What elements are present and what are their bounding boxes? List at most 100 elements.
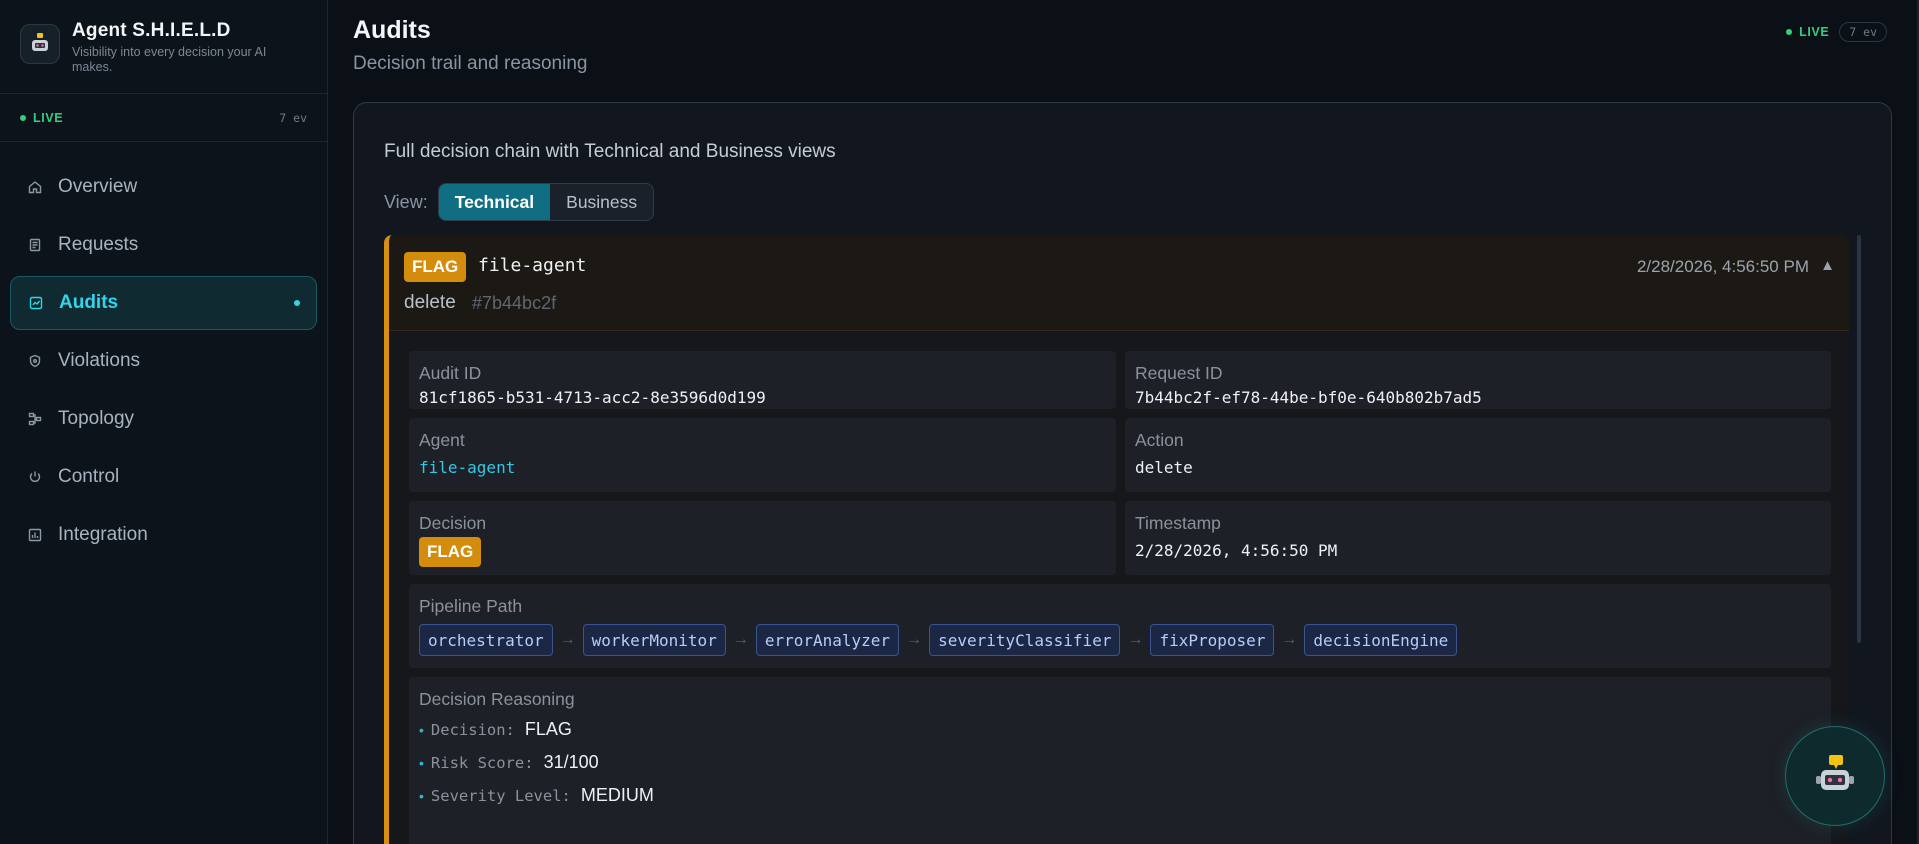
- audit-card-header[interactable]: FLAG file-agent delete #7b44bc2f 2/28/20…: [389, 235, 1849, 331]
- document-icon: [26, 236, 44, 254]
- app-title: Agent S.H.I.E.L.D: [72, 20, 231, 41]
- audit-icon: [27, 294, 45, 312]
- action-value: delete: [1135, 458, 1193, 477]
- decision-reasoning-field: Decision Reasoning • Decision: FLAG • Ri…: [409, 677, 1831, 844]
- audit-card: FLAG file-agent delete #7b44bc2f 2/28/20…: [384, 235, 1849, 844]
- sidebar-nav: Overview Requests Audits Violations Topo…: [0, 142, 327, 562]
- sidebar-item-label: Topology: [58, 408, 135, 429]
- panel-description: Full decision chain with Technical and B…: [384, 141, 836, 162]
- arrow-right-icon: →: [906, 631, 923, 648]
- audit-timestamp: 2/28/2026, 4:56:50 PM: [1636, 257, 1809, 276]
- field-label: Pipeline Path: [419, 596, 523, 616]
- live-indicator: LIVE: [20, 111, 63, 125]
- reasoning-key: Risk Score:: [430, 753, 534, 772]
- robot-icon: [1816, 755, 1854, 790]
- sidebar-item-label: Integration: [58, 524, 148, 545]
- event-count-badge: 7 ev: [1839, 22, 1887, 42]
- sidebar-item-label: Overview: [58, 176, 138, 197]
- field-label: Action: [1135, 430, 1184, 450]
- assistant-robot-button[interactable]: [1785, 726, 1885, 826]
- agent-value-link[interactable]: file-agent: [419, 458, 515, 477]
- reasoning-value: FLAG: [524, 719, 572, 739]
- view-label: View:: [384, 191, 428, 212]
- sidebar-item-label: Violations: [58, 350, 141, 371]
- reasoning-key: Decision:: [430, 720, 515, 739]
- timestamp-value: 2/28/2026, 4:56:50 PM: [1135, 541, 1338, 560]
- field-label: Request ID: [1135, 363, 1223, 383]
- field-label: Decision Reasoning: [419, 689, 575, 709]
- collapse-caret-icon[interactable]: ▲: [1820, 257, 1835, 274]
- bullet-icon: •: [419, 787, 424, 804]
- view-toggle-row: View: Technical Business: [384, 183, 655, 221]
- sidebar-item-label: Control: [58, 466, 120, 487]
- sidebar-item-label: Requests: [58, 234, 139, 255]
- arrow-right-icon: →: [559, 631, 576, 648]
- sidebar-item-overview[interactable]: Overview: [10, 160, 317, 214]
- live-dot-icon: [20, 114, 26, 121]
- arrow-right-icon: →: [1281, 631, 1298, 648]
- decision-badge: FLAG: [404, 252, 467, 282]
- reasoning-key: Severity Level:: [430, 786, 571, 805]
- sidebar-item-control[interactable]: Control: [10, 450, 317, 504]
- reasoning-value: 31/100: [543, 752, 599, 772]
- field-label: Decision: [419, 513, 487, 533]
- live-label: LIVE: [33, 110, 64, 125]
- request-id-field: Request ID 7b44bc2f-ef78-44be-bf0e-640b8…: [1125, 351, 1831, 409]
- app-tagline: Visibility into every decision your AI m…: [72, 45, 267, 74]
- sidebar: Agent S.H.I.E.L.D Visibility into every …: [0, 0, 328, 844]
- sidebar-item-integration[interactable]: Integration: [10, 508, 317, 562]
- pipeline-path-field: Pipeline Path orchestrator → workerMonit…: [409, 584, 1831, 668]
- decision-field: Decision FLAG: [409, 501, 1116, 575]
- home-icon: [26, 178, 44, 196]
- decision-value-badge: FLAG: [419, 537, 482, 567]
- field-label: Agent: [419, 430, 465, 450]
- pipeline-step-chip: workerMonitor: [582, 624, 726, 656]
- power-icon: [26, 468, 44, 486]
- arrow-right-icon: →: [1127, 631, 1144, 648]
- chart-icon: [26, 526, 44, 544]
- shield-icon: [26, 352, 44, 370]
- view-toggle: Technical Business: [437, 183, 655, 221]
- audit-id-field: Audit ID 81cf1865-b531-4713-acc2-8e3596d…: [409, 351, 1116, 409]
- audit-short-hash: #7b44bc2f: [472, 293, 557, 313]
- sidebar-item-requests[interactable]: Requests: [10, 218, 317, 272]
- pipeline-chips: orchestrator → workerMonitor → errorAnal…: [419, 624, 1458, 656]
- page-subtitle: Decision trail and reasoning: [353, 53, 588, 74]
- request-id-value: 7b44bc2f-ef78-44be-bf0e-640b802b7ad5: [1135, 388, 1482, 407]
- pipeline-step-chip: errorAnalyzer: [755, 624, 900, 656]
- sidebar-item-violations[interactable]: Violations: [10, 334, 317, 388]
- arrow-right-icon: →: [732, 631, 749, 648]
- page-title: Audits: [353, 16, 431, 44]
- panel-scrollbar[interactable]: [1857, 235, 1861, 643]
- brand: Agent S.H.I.E.L.D Visibility into every …: [0, 0, 327, 94]
- robot-logo-icon: [20, 24, 60, 64]
- event-count: 7 ev: [279, 110, 307, 125]
- topology-icon: [26, 410, 44, 428]
- pipeline-step-chip: decisionEngine: [1304, 624, 1458, 656]
- sidebar-item-topology[interactable]: Topology: [10, 392, 317, 446]
- live-label: LIVE: [1799, 25, 1830, 39]
- audit-action: delete: [404, 292, 456, 313]
- sidebar-item-audits[interactable]: Audits: [10, 276, 317, 330]
- action-field: Action delete: [1125, 418, 1831, 492]
- pipeline-step-chip: fixProposer: [1150, 624, 1275, 656]
- audits-panel: Full decision chain with Technical and B…: [353, 102, 1892, 844]
- reasoning-item: • Risk Score: 31/100: [419, 752, 599, 773]
- live-status-row: LIVE 7 ev: [0, 94, 327, 142]
- bullet-icon: •: [419, 721, 424, 738]
- sidebar-item-label: Audits: [59, 292, 119, 313]
- active-indicator-dot: [294, 300, 300, 306]
- audit-agent-name: file-agent: [478, 255, 587, 276]
- audit-id-value: 81cf1865-b531-4713-acc2-8e3596d0d199: [419, 388, 766, 407]
- field-label: Audit ID: [419, 363, 482, 383]
- live-indicator: LIVE: [1786, 25, 1829, 39]
- timestamp-field: Timestamp 2/28/2026, 4:56:50 PM: [1125, 501, 1831, 575]
- reasoning-item: • Severity Level: MEDIUM: [419, 785, 654, 806]
- agent-field: Agent file-agent: [409, 418, 1116, 492]
- main-content: Audits Decision trail and reasoning LIVE…: [329, 0, 1919, 844]
- live-dot-icon: [1786, 29, 1793, 35]
- view-technical-button[interactable]: Technical: [438, 184, 551, 220]
- pipeline-step-chip: severityClassifier: [929, 624, 1121, 656]
- view-business-button[interactable]: Business: [550, 184, 653, 220]
- field-label: Timestamp: [1135, 513, 1221, 533]
